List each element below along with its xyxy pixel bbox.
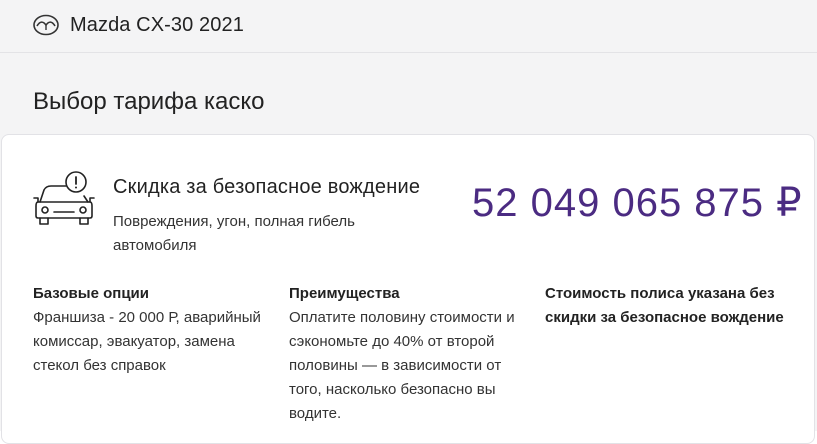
base-options-text: Франшиза - 20 000 Р, аварийный комиссар,… (33, 309, 261, 374)
advantages-text: Оплатите половину стоимости и сэкономьте… (289, 309, 515, 422)
section-title: Выбор тарифа каско (33, 88, 265, 115)
tariff-price: 52 049 065 875 ₽ (472, 181, 803, 225)
top-bar: Mazda CX-30 2021 (0, 0, 817, 53)
base-options-block: Базовые опции Франшиза - 20 000 Р, авари… (33, 282, 268, 378)
tariff-name: Скидка за безопасное вождение (113, 176, 421, 198)
advantages-heading: Преимущества (289, 285, 400, 302)
car-title: Mazda CX-30 2021 (70, 14, 244, 36)
car-shield-icon (32, 168, 96, 232)
advantages-block: Преимущества Оплатите половину стоимости… (289, 282, 529, 426)
tariff-description: Повреждения, угон, полная гибель автомоб… (113, 213, 355, 254)
price-note: Стоимость полиса указана без скидки за б… (545, 285, 784, 326)
mazda-logo-icon (33, 14, 59, 36)
base-options-heading: Базовые опции (33, 285, 149, 302)
